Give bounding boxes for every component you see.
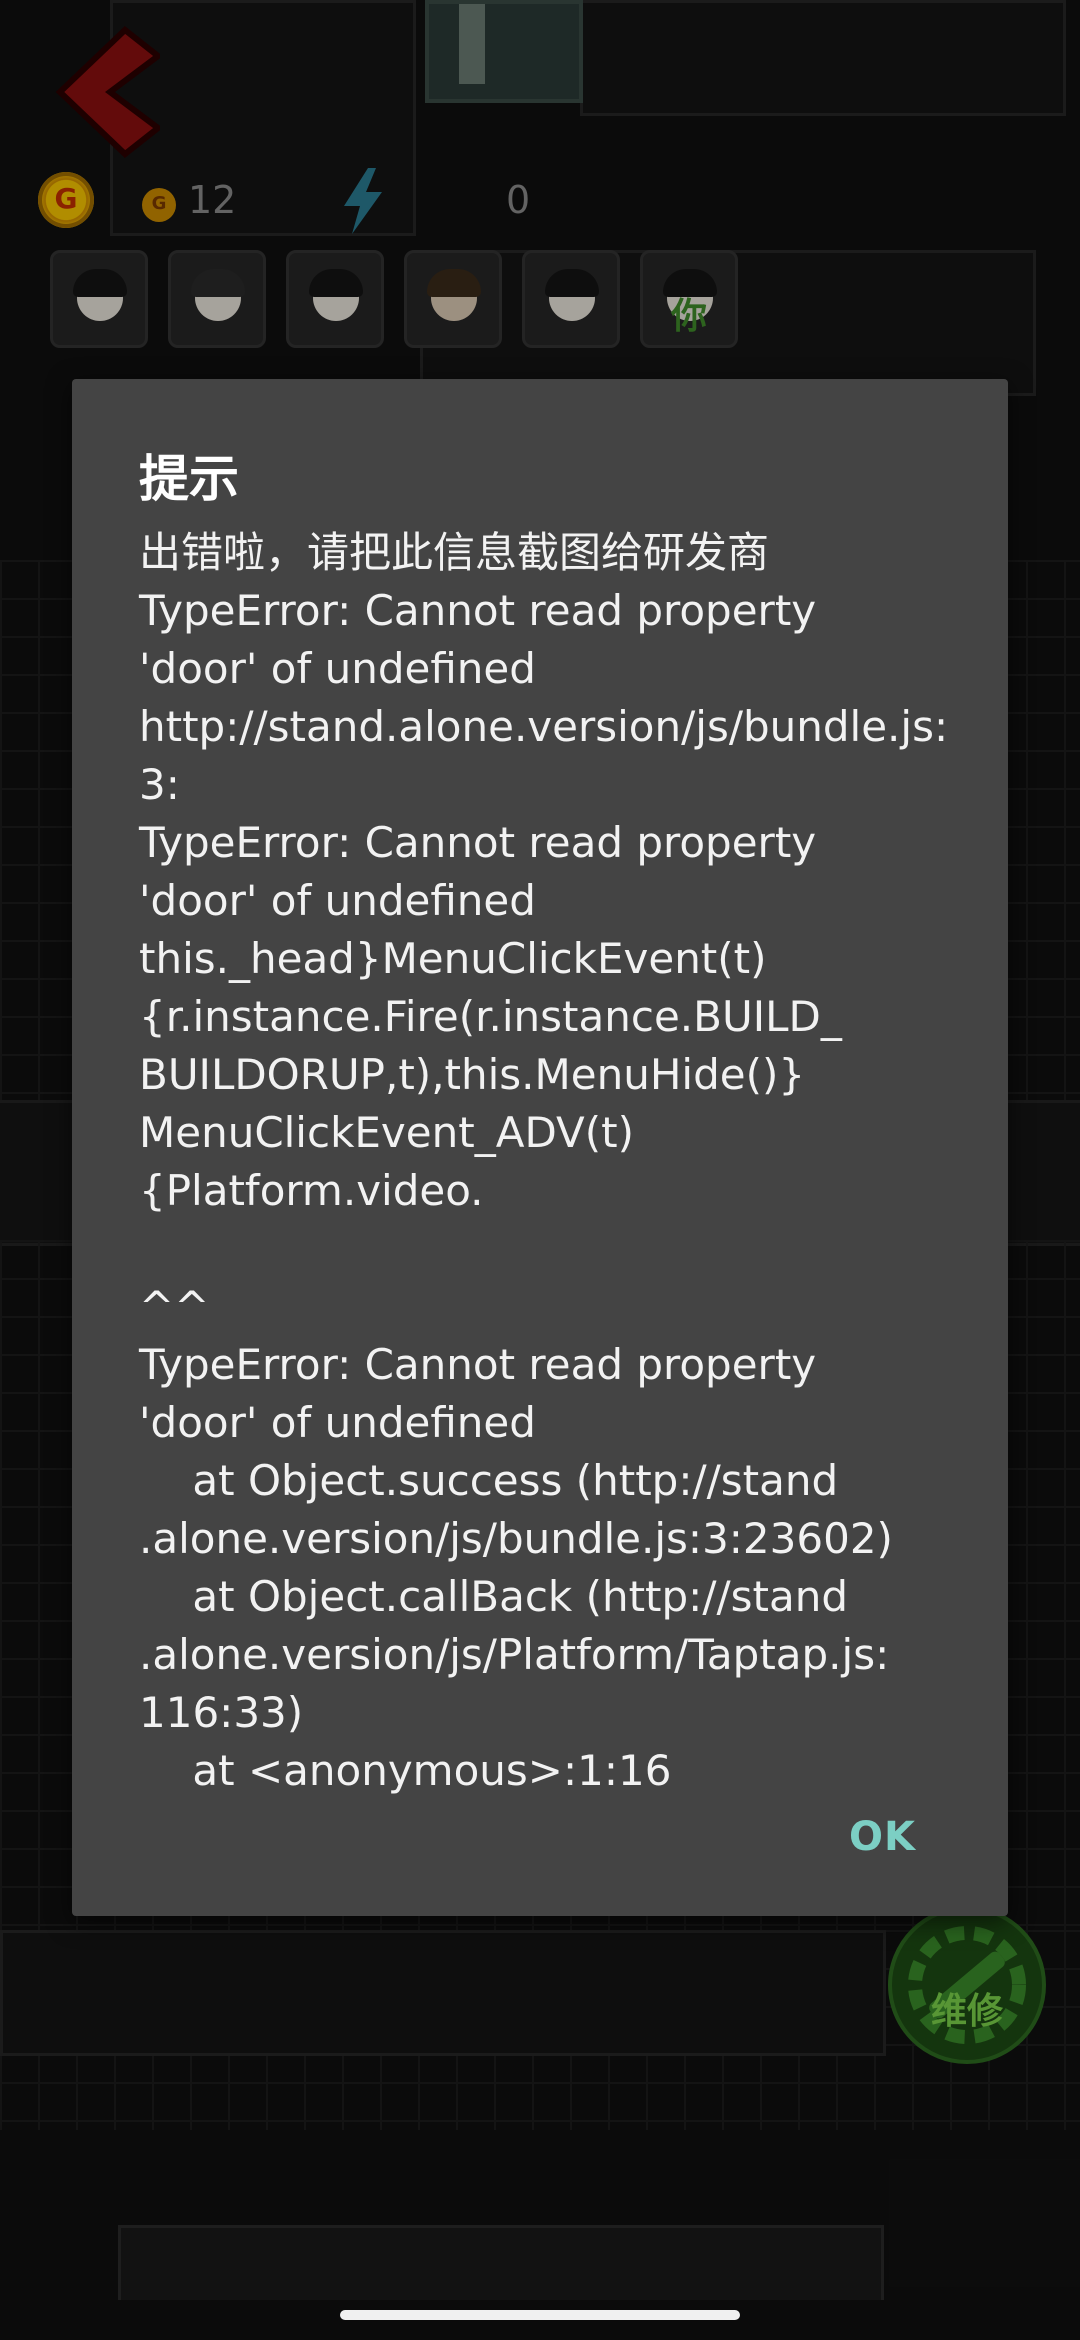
system-nav-bar bbox=[0, 2300, 1080, 2340]
home-gesture-handle[interactable] bbox=[340, 2310, 740, 2320]
ok-button[interactable]: OK bbox=[849, 1804, 916, 1870]
dialog-title: 提示 bbox=[139, 450, 239, 508]
dialog-message: 出错啦，请把此信息截图给研发商 TypeError: Cannot read p… bbox=[139, 528, 949, 1795]
error-dialog: 提示 出错啦，请把此信息截图给研发商 TypeError: Cannot rea… bbox=[72, 379, 1008, 1916]
